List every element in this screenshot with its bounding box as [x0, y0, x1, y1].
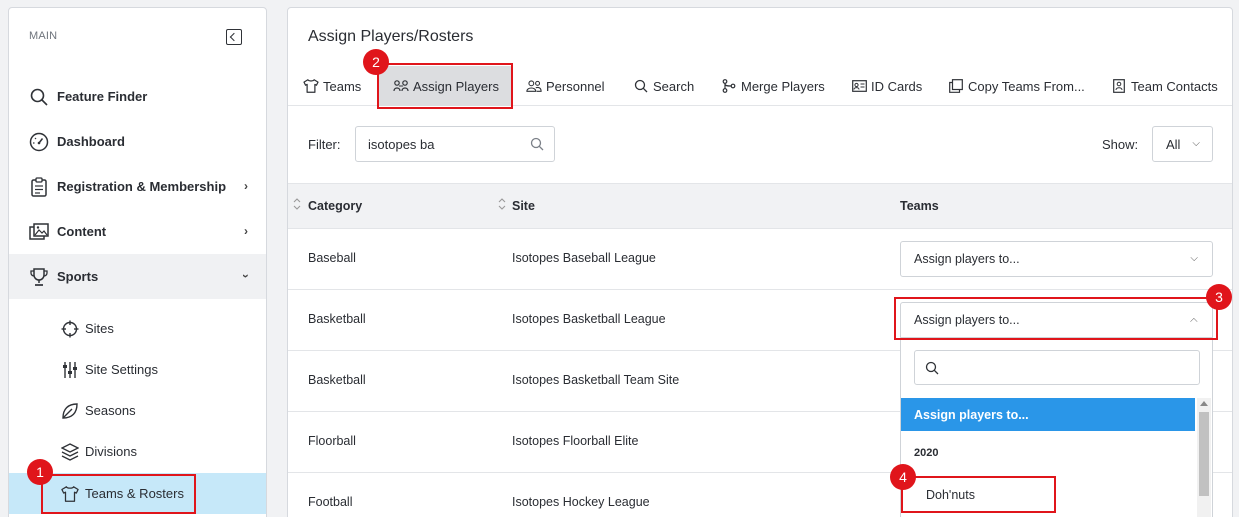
- tab-label: Personnel: [546, 78, 605, 94]
- sidebar-item-site-settings[interactable]: Site Settings: [9, 349, 266, 390]
- site-cell: Isotopes Floorball Elite: [512, 434, 639, 448]
- search-icon: [633, 78, 649, 94]
- filter-input[interactable]: isotopes ba: [355, 126, 555, 162]
- clipboard-icon: [29, 176, 49, 197]
- callout-box-3: [894, 297, 1218, 340]
- search-icon: [530, 137, 544, 154]
- filter-label: Filter:: [308, 137, 341, 152]
- tab-team-contacts[interactable]: Team Contacts: [1111, 66, 1218, 106]
- sidebar-item-dashboard[interactable]: Dashboard: [9, 119, 266, 164]
- category-cell: Basketball: [308, 373, 366, 387]
- sort-icon[interactable]: [498, 197, 506, 211]
- category-cell: Basketball: [308, 312, 366, 326]
- sidebar-item-label: Sites: [85, 321, 114, 336]
- chevron-down-icon: ⌵: [1190, 253, 1198, 264]
- contact-icon: [1111, 78, 1127, 94]
- layers-icon: [61, 442, 79, 461]
- column-header-category[interactable]: Category: [308, 199, 362, 213]
- callout-badge-2: 2: [363, 49, 389, 75]
- callout-badge-4: 4: [890, 464, 916, 490]
- tab-personnel[interactable]: Personnel: [526, 66, 605, 106]
- column-header-teams: Teams: [900, 199, 939, 213]
- crosshair-icon: [61, 320, 79, 338]
- sidebar-item-seasons[interactable]: Seasons: [9, 390, 266, 431]
- tab-merge-players[interactable]: Merge Players: [721, 66, 825, 106]
- callout-box-4: [901, 476, 1056, 513]
- collapse-sidebar-icon[interactable]: [226, 29, 242, 45]
- table-row: Baseball Isotopes Baseball League Assign…: [288, 229, 1232, 290]
- callout-box-1: [41, 474, 196, 514]
- tab-teams[interactable]: Teams: [303, 66, 361, 106]
- category-cell: Football: [308, 495, 353, 509]
- sort-icon[interactable]: [293, 197, 301, 211]
- speedometer-icon: [29, 132, 49, 152]
- dropdown-search-input[interactable]: [914, 350, 1200, 385]
- jersey-icon: [303, 78, 319, 94]
- tab-search[interactable]: Search: [633, 66, 694, 106]
- sidebar-item-content[interactable]: Content ›: [9, 209, 266, 254]
- page-title: Assign Players/Rosters: [308, 28, 474, 45]
- callout-box-2: [377, 63, 513, 109]
- sidebar-item-label: Dashboard: [57, 134, 125, 149]
- show-select[interactable]: All ⌵: [1152, 126, 1213, 162]
- sidebar-item-label: Registration & Membership: [57, 179, 227, 194]
- merge-icon: [721, 78, 737, 94]
- sidebar-item-label: Seasons: [85, 403, 136, 418]
- show-value: All: [1166, 136, 1181, 152]
- sliders-icon: [61, 361, 79, 379]
- site-cell: Isotopes Basketball Team Site: [512, 373, 680, 387]
- sidebar-item-label: Feature Finder: [57, 89, 148, 104]
- table-header: Category Site Teams: [288, 183, 1232, 229]
- sidebar-item-label: Site Settings: [85, 362, 158, 377]
- people-icon: [526, 78, 542, 94]
- site-cell: Isotopes Hockey League: [512, 495, 650, 509]
- sidebar-item-label: Content: [57, 224, 107, 239]
- sidebar-item-label: Sports: [57, 269, 99, 284]
- site-cell: Isotopes Baseball League: [512, 251, 656, 265]
- category-cell: Baseball: [308, 251, 356, 265]
- tab-label: ID Cards: [871, 78, 923, 94]
- sidebar: MAIN Feature Finder Dashboard Registrati…: [8, 7, 267, 517]
- chevron-down-icon: ⌵: [1192, 138, 1200, 149]
- filter-value: isotopes ba: [368, 136, 435, 152]
- tab-label: Merge Players: [741, 78, 825, 94]
- sidebar-item-label: Divisions: [85, 444, 138, 459]
- category-cell: Floorball: [308, 434, 356, 448]
- column-header-site[interactable]: Site: [512, 199, 535, 213]
- leaf-icon: [61, 402, 79, 420]
- callout-badge-3: 3: [1206, 284, 1232, 310]
- search-icon: [925, 361, 939, 380]
- tab-label: Teams: [323, 78, 362, 94]
- copy-icon: [948, 78, 964, 94]
- scroll-up-icon[interactable]: [1200, 401, 1208, 406]
- sidebar-section-label: MAIN: [29, 30, 58, 42]
- tab-label: Copy Teams From...: [968, 78, 1085, 94]
- tab-id-cards[interactable]: ID Cards: [851, 66, 922, 106]
- dropdown-option-selected[interactable]: Assign players to...: [901, 398, 1195, 431]
- chevron-right-icon: ›: [244, 179, 248, 193]
- dropdown-group-label: 2020: [914, 447, 939, 459]
- search-icon: [29, 87, 49, 107]
- callout-badge-1: 1: [27, 459, 53, 485]
- tab-label: Search: [653, 78, 695, 94]
- assign-players-select[interactable]: Assign players to... ⌵: [900, 241, 1213, 277]
- tab-label: Team Contacts: [1131, 78, 1218, 94]
- tab-copy-teams[interactable]: Copy Teams From...: [948, 66, 1085, 106]
- sidebar-item-feature-finder[interactable]: Feature Finder: [9, 74, 266, 119]
- trophy-icon: [29, 267, 49, 287]
- chevron-right-icon: ›: [244, 224, 248, 238]
- id-card-icon: [851, 78, 867, 94]
- image-gallery-icon: [29, 222, 49, 242]
- sidebar-item-sites[interactable]: Sites: [9, 308, 266, 349]
- sidebar-item-registration[interactable]: Registration & Membership ›: [9, 164, 266, 209]
- show-label: Show:: [1102, 137, 1139, 152]
- chevron-down-icon: ›: [239, 274, 253, 278]
- scrollbar-thumb[interactable]: [1199, 412, 1209, 496]
- sidebar-item-sports[interactable]: Sports ›: [9, 254, 266, 299]
- site-cell: Isotopes Basketball League: [512, 312, 666, 326]
- dropdown-scrollbar[interactable]: [1197, 398, 1211, 517]
- assign-select-value: Assign players to...: [914, 252, 1020, 266]
